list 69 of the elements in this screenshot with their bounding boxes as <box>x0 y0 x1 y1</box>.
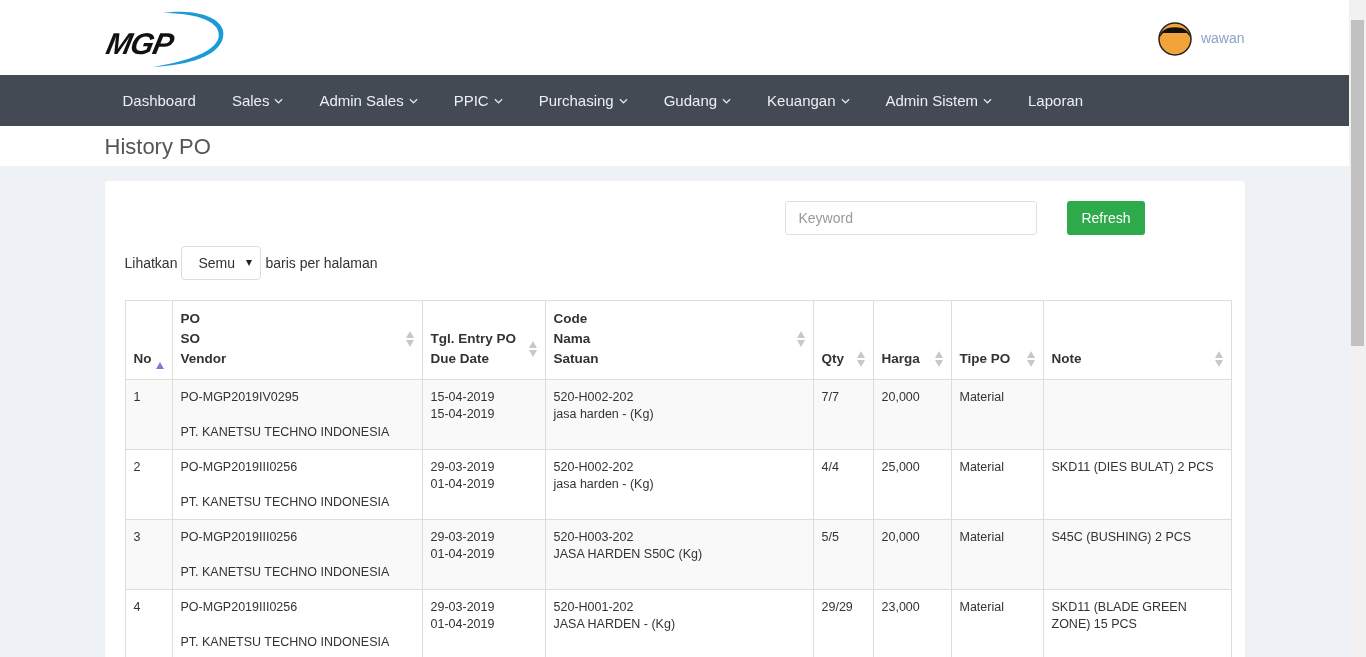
avatar-icon <box>1156 19 1193 56</box>
due-date: 15-04-2019 <box>430 406 496 423</box>
row-number: 3 <box>133 529 142 546</box>
po-type: Material <box>959 389 1005 406</box>
vendor-name: PT. KANETSU TECHNO INDONESIA <box>180 424 391 441</box>
vendor-name: PT. KANETSU TECHNO INDONESIA <box>180 494 391 511</box>
nav-item[interactable]: Dashboard <box>104 75 214 126</box>
entry-date: 29-03-2019 <box>430 599 496 616</box>
price: 23,000 <box>881 599 921 616</box>
quantity: 7/7 <box>821 389 840 406</box>
quantity: 5/5 <box>821 529 840 546</box>
po-type: Material <box>959 599 1005 616</box>
po-type: Material <box>959 459 1005 476</box>
due-date: 01-04-2019 <box>430 546 496 563</box>
column-header[interactable]: Tgl. Entry PO Due Date <box>422 300 545 380</box>
po-number: PO-MGP2019III0256 <box>180 459 299 476</box>
nav-item[interactable]: Admin Sales <box>301 75 436 126</box>
nav-item[interactable]: Keuangan <box>749 75 868 126</box>
search-field[interactable]: Keyword <box>785 201 1038 235</box>
entry-date: 15-04-2019 <box>430 389 496 406</box>
po-type: Material <box>959 529 1005 546</box>
due-date: 01-04-2019 <box>430 476 496 493</box>
note-text: SKD11 (BLADE GREEN ZONE) 15 PCS <box>1051 599 1188 633</box>
row-number: 4 <box>133 599 142 616</box>
column-header[interactable]: No <box>125 300 172 380</box>
column-header[interactable]: Code Nama Satuan <box>545 300 813 380</box>
page-title: History PO <box>104 133 212 161</box>
dropdown-arrow-icon <box>246 260 253 266</box>
column-header[interactable]: Note <box>1043 300 1231 380</box>
item-name: JASA HARDEN - (Kg) <box>553 616 677 633</box>
item-code: 520-H003-202 <box>553 529 635 546</box>
column-header[interactable]: Tipe PO <box>951 300 1043 380</box>
length-label: baris per halaman <box>265 255 378 271</box>
vendor-name: PT. KANETSU TECHNO INDONESIA <box>180 564 391 581</box>
row-number: 2 <box>133 459 142 476</box>
column-header[interactable]: PO SO Vendor <box>172 300 422 380</box>
item-name: jasa harden - (Kg) <box>553 406 655 423</box>
item-name: JASA HARDEN S50C (Kg) <box>553 546 704 563</box>
column-header[interactable]: Harga <box>873 300 951 380</box>
quantity: 29/29 <box>821 599 854 616</box>
entry-date: 29-03-2019 <box>430 529 496 546</box>
po-number: PO-MGP2019III0256 <box>180 529 299 546</box>
nav-item[interactable]: Purchasing <box>520 75 646 126</box>
scrollbar[interactable] <box>1349 0 1366 657</box>
nav-item[interactable]: Sales <box>213 75 302 126</box>
note-text: SKD11 (DIES BULAT) 2 PCS <box>1051 459 1215 476</box>
page-length-select[interactable]: Semu <box>181 246 262 280</box>
nav-item[interactable]: Laporan <box>1010 75 1102 126</box>
item-code: 520-H002-202 <box>553 389 635 406</box>
po-number: PO-MGP2019IV0295 <box>180 389 300 406</box>
quantity: 4/4 <box>821 459 840 476</box>
item-name: jasa harden - (Kg) <box>553 476 655 493</box>
nav-item[interactable]: PPIC <box>435 75 521 126</box>
scrollbar-thumb[interactable] <box>1351 20 1364 346</box>
po-number: PO-MGP2019III0256 <box>180 599 299 616</box>
item-code: 520-H002-202 <box>553 459 635 476</box>
price: 25,000 <box>881 459 921 476</box>
vendor-name: PT. KANETSU TECHNO INDONESIA <box>180 634 391 651</box>
length-label: Lihatkan <box>124 255 178 271</box>
price: 20,000 <box>881 389 921 406</box>
entry-date: 29-03-2019 <box>430 459 496 476</box>
price: 20,000 <box>881 529 921 546</box>
nav-item[interactable]: Admin Sistem <box>867 75 1011 126</box>
item-code: 520-H001-202 <box>553 599 635 616</box>
row-number: 1 <box>133 389 142 406</box>
column-header[interactable]: Qty <box>813 300 873 380</box>
note-text: S45C (BUSHING) 2 PCS <box>1051 529 1193 546</box>
due-date: 01-04-2019 <box>430 616 496 633</box>
nav-item[interactable]: Gudang <box>645 75 750 126</box>
